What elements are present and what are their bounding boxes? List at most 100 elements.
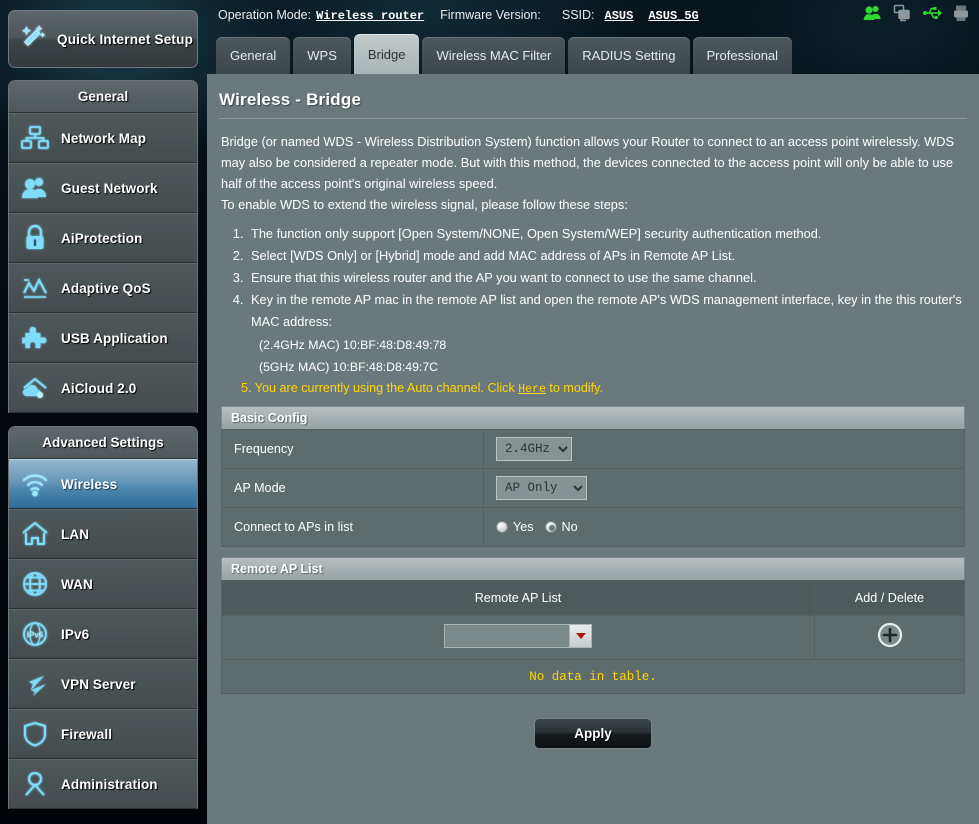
tab-radius-setting[interactable]: RADIUS Setting (568, 37, 690, 74)
usb-icon[interactable] (922, 4, 942, 25)
radio-label-no: No (561, 520, 578, 534)
sidebar-item-wireless[interactable]: Wireless (9, 459, 197, 509)
chevron-down-icon[interactable] (569, 624, 591, 647)
remote-ap-section: Remote AP List Remote AP List Add / Dele… (221, 557, 965, 694)
sidebar-item-guest-network[interactable]: Guest Network (9, 163, 197, 213)
status-topbar: Operation Mode: Wireless router Firmware… (207, 0, 979, 30)
sidebar-item-usb-application[interactable]: USB Application (9, 313, 197, 363)
sidebar-label: Wireless (61, 476, 118, 492)
sidebar-item-adaptive-qos[interactable]: Adaptive QoS (9, 263, 197, 313)
content-panel: Wireless - Bridge Bridge (or named WDS -… (207, 74, 979, 824)
sidebar-item-vpn-server[interactable]: VPN Server (9, 659, 197, 709)
status-icon-group (863, 4, 969, 25)
sidebar-label: Administration (61, 776, 158, 792)
table-row: Frequency 2.4GHz 5GHz (221, 429, 965, 469)
qos-chart-icon (9, 274, 61, 302)
sidebar-item-network-map[interactable]: Network Map (9, 113, 197, 163)
table-header-row: Remote AP List Add / Delete (221, 580, 965, 616)
sidebar-item-administration[interactable]: Administration (9, 759, 197, 809)
firmware-version-label: Firmware Version: (440, 8, 541, 22)
tab-bar: General WPS Bridge Wireless MAC Filter R… (207, 30, 979, 74)
network-devices-icon[interactable] (893, 4, 911, 25)
ap-mode-cell: AP Only WDS Only Hybrid (483, 468, 965, 508)
guest-network-icon (9, 174, 61, 202)
sidebar-label: AiCloud 2.0 (61, 380, 137, 396)
sidebar-label: Adaptive QoS (61, 280, 151, 296)
description-paragraph-2: To enable WDS to extend the wireless sig… (221, 197, 628, 212)
firmware-version-group: Firmware Version: (440, 8, 546, 22)
ssid-group: SSID: ASUS ASUS_5G (562, 8, 699, 23)
sidebar-item-ipv6[interactable]: IPv6 IPv6 (9, 609, 197, 659)
tab-wireless-mac-filter[interactable]: Wireless MAC Filter (422, 37, 566, 74)
tab-wps[interactable]: WPS (293, 37, 351, 74)
operation-mode-group: Operation Mode: Wireless router (218, 8, 424, 23)
title-divider (219, 118, 967, 119)
sidebar-label: WAN (61, 576, 93, 592)
empty-state-message: No data in table. (221, 659, 965, 694)
radio-circle (496, 521, 508, 533)
operation-mode-value[interactable]: Wireless router (316, 9, 424, 23)
tab-bridge[interactable]: Bridge (353, 34, 420, 74)
auto-channel-here-link[interactable]: Here (518, 383, 546, 396)
column-header-remote-ap-list: Remote AP List (221, 580, 815, 616)
remote-ap-combobox[interactable] (444, 623, 592, 648)
step-item: The function only support [Open System/N… (247, 223, 969, 245)
connect-aps-cell: Yes No (483, 507, 965, 547)
sidebar-item-lan[interactable]: LAN (9, 509, 197, 559)
remote-ap-input[interactable] (445, 625, 569, 647)
sidebar-item-aiprotection[interactable]: AiProtection (9, 213, 197, 263)
column-header-add-delete: Add / Delete (814, 580, 965, 616)
sidebar-item-firewall[interactable]: Firewall (9, 709, 197, 759)
puzzle-piece-icon (9, 324, 61, 352)
basic-config-table: Frequency 2.4GHz 5GHz AP Mode AP O (221, 429, 965, 547)
lock-shield-icon (9, 224, 61, 252)
page-title: Wireless - Bridge (219, 90, 362, 109)
globe-icon (9, 570, 61, 598)
tab-general[interactable]: General (216, 37, 291, 74)
connect-aps-radio-yes[interactable]: Yes (496, 520, 534, 534)
tab-professional[interactable]: Professional (692, 37, 793, 74)
sidebar-label: Network Map (61, 130, 147, 146)
sidebar-item-wan[interactable]: WAN (9, 559, 197, 609)
table-row: Connect to APs in list Yes No (221, 507, 965, 547)
sidebar-group-advanced: Advanced Settings Wireless LAN WAN IPv6 … (8, 426, 198, 809)
apply-button[interactable]: Apply (534, 718, 652, 749)
ssid-value-5g[interactable]: ASUS_5G (648, 9, 698, 23)
step-item: Select [WDS Only] or [Hybrid] mode and a… (247, 245, 969, 267)
wifi-icon (9, 470, 61, 498)
svg-text:IPv6: IPv6 (27, 631, 44, 640)
vpn-arrows-icon (9, 670, 61, 698)
connect-aps-radio-no[interactable]: No (544, 520, 578, 534)
auto-channel-note: 5. You are currently using the Auto chan… (241, 381, 969, 396)
radio-label-yes: Yes (513, 520, 534, 534)
ap-mode-select[interactable]: AP Only WDS Only Hybrid (496, 476, 587, 500)
frequency-label: Frequency (221, 429, 484, 469)
ssid-value-24g[interactable]: ASUS (605, 9, 634, 23)
ap-mode-label: AP Mode (221, 468, 484, 508)
printer-icon[interactable] (953, 4, 969, 25)
sidebar-advanced-header: Advanced Settings (9, 427, 197, 459)
remote-ap-table: Remote AP List Add / Delete No data in t… (221, 580, 965, 694)
sidebar-item-aicloud[interactable]: AiCloud 2.0 (9, 363, 197, 413)
sidebar-label: VPN Server (61, 676, 136, 692)
basic-config-section: Basic Config Frequency 2.4GHz 5GHz AP Mo… (221, 406, 965, 547)
users-icon[interactable] (863, 4, 882, 25)
ssid-label: SSID: (561, 7, 595, 22)
sidebar-label: USB Application (61, 330, 168, 346)
shield-icon (9, 720, 61, 748)
operation-mode-label: Operation Mode: (218, 7, 312, 22)
router-admin-page: Quick Internet Setup General Network Map (0, 0, 979, 824)
frequency-select[interactable]: 2.4GHz 5GHz (496, 437, 572, 461)
auto-channel-note-suffix: to modify. (545, 381, 604, 395)
apply-button-row: Apply (217, 704, 969, 767)
remote-ap-header: Remote AP List (221, 557, 965, 580)
frequency-cell: 2.4GHz 5GHz (483, 429, 965, 469)
main-area: Operation Mode: Wireless router Firmware… (207, 0, 979, 824)
step-item: Ensure that this wireless router and the… (247, 267, 969, 289)
sidebar-general-header: General (9, 81, 197, 113)
table-row: AP Mode AP Only WDS Only Hybrid (221, 468, 965, 508)
sidebar-label: Guest Network (61, 180, 158, 196)
quick-internet-setup-button[interactable]: Quick Internet Setup (8, 10, 198, 68)
step-item: Key in the remote AP mac in the remote A… (247, 289, 969, 333)
plus-circle-icon[interactable] (877, 622, 903, 648)
